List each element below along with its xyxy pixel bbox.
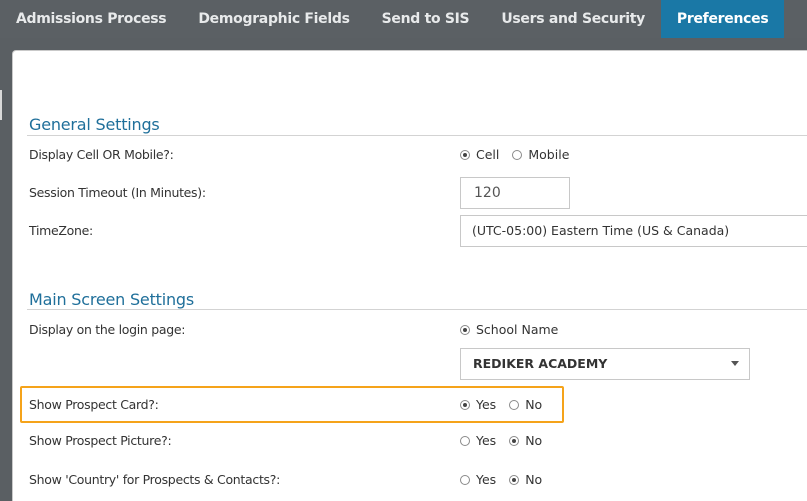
left-edge-marker [0,90,2,120]
school-select-value: REDIKER ACADEMY [473,356,608,371]
prospect-card-highlight-box [20,386,564,423]
prospect-picture-label: Show Prospect Picture?: [29,433,172,448]
radio-country-no-label: No [525,472,543,487]
country-radio-group: Yes No [460,472,555,487]
radio-option-country-yes[interactable]: Yes [460,472,496,487]
session-timeout-input[interactable]: 120 [460,177,570,209]
school-select[interactable]: REDIKER ACADEMY [460,348,750,380]
radio-country-yes[interactable] [460,474,470,485]
tab-admissions-process[interactable]: Admissions Process [0,0,182,38]
general-settings-title: General Settings [29,115,160,134]
radio-school-name-label: School Name [476,322,559,337]
display-cell-radio-group: Cell Mobile [460,147,582,162]
radio-prospect-picture-yes-label: Yes [476,433,497,448]
radio-school-name[interactable] [460,324,470,335]
window-frame: Admissions Process Demographic Fields Se… [0,0,807,501]
general-settings-divider [27,135,807,136]
chevron-down-icon [731,361,739,366]
tab-preferences[interactable]: Preferences [660,0,785,38]
radio-cell-label: Cell [476,147,500,162]
timezone-label: TimeZone: [29,223,93,238]
login-page-label: Display on the login page: [29,322,186,337]
country-label: Show 'Country' for Prospects & Contacts?… [29,472,281,487]
session-timeout-label: Session Timeout (In Minutes): [29,185,206,200]
radio-option-country-no[interactable]: No [509,472,542,487]
main-screen-settings-title: Main Screen Settings [29,290,195,309]
login-page-radio-group: School Name [460,322,571,337]
tab-bar: Admissions Process Demographic Fields Se… [0,0,807,38]
display-cell-label: Display Cell OR Mobile?: [29,147,174,162]
radio-country-no[interactable] [509,474,520,485]
radio-option-prospect-picture-yes[interactable]: Yes [460,433,496,448]
main-screen-settings-divider [27,309,807,310]
prospect-picture-radio-group: Yes No [460,433,555,448]
radio-prospect-picture-yes[interactable] [460,435,470,446]
radio-option-school-name[interactable]: School Name [460,322,558,337]
radio-cell[interactable] [460,149,470,160]
tab-users-and-security[interactable]: Users and Security [485,0,661,38]
radio-mobile[interactable] [512,149,523,160]
radio-mobile-label: Mobile [528,147,570,162]
tab-demographic-fields[interactable]: Demographic Fields [182,0,365,38]
radio-option-prospect-picture-no[interactable]: No [509,433,542,448]
radio-prospect-picture-no-label: No [525,433,543,448]
radio-prospect-picture-no[interactable] [509,435,520,446]
radio-country-yes-label: Yes [476,472,497,487]
tab-send-to-sis[interactable]: Send to SIS [366,0,486,38]
radio-option-mobile[interactable]: Mobile [512,147,569,162]
radio-option-cell[interactable]: Cell [460,147,499,162]
timezone-select[interactable]: (UTC-05:00) Eastern Time (US & Canada) [460,215,807,247]
preferences-panel: General Settings Display Cell OR Mobile?… [12,50,807,501]
